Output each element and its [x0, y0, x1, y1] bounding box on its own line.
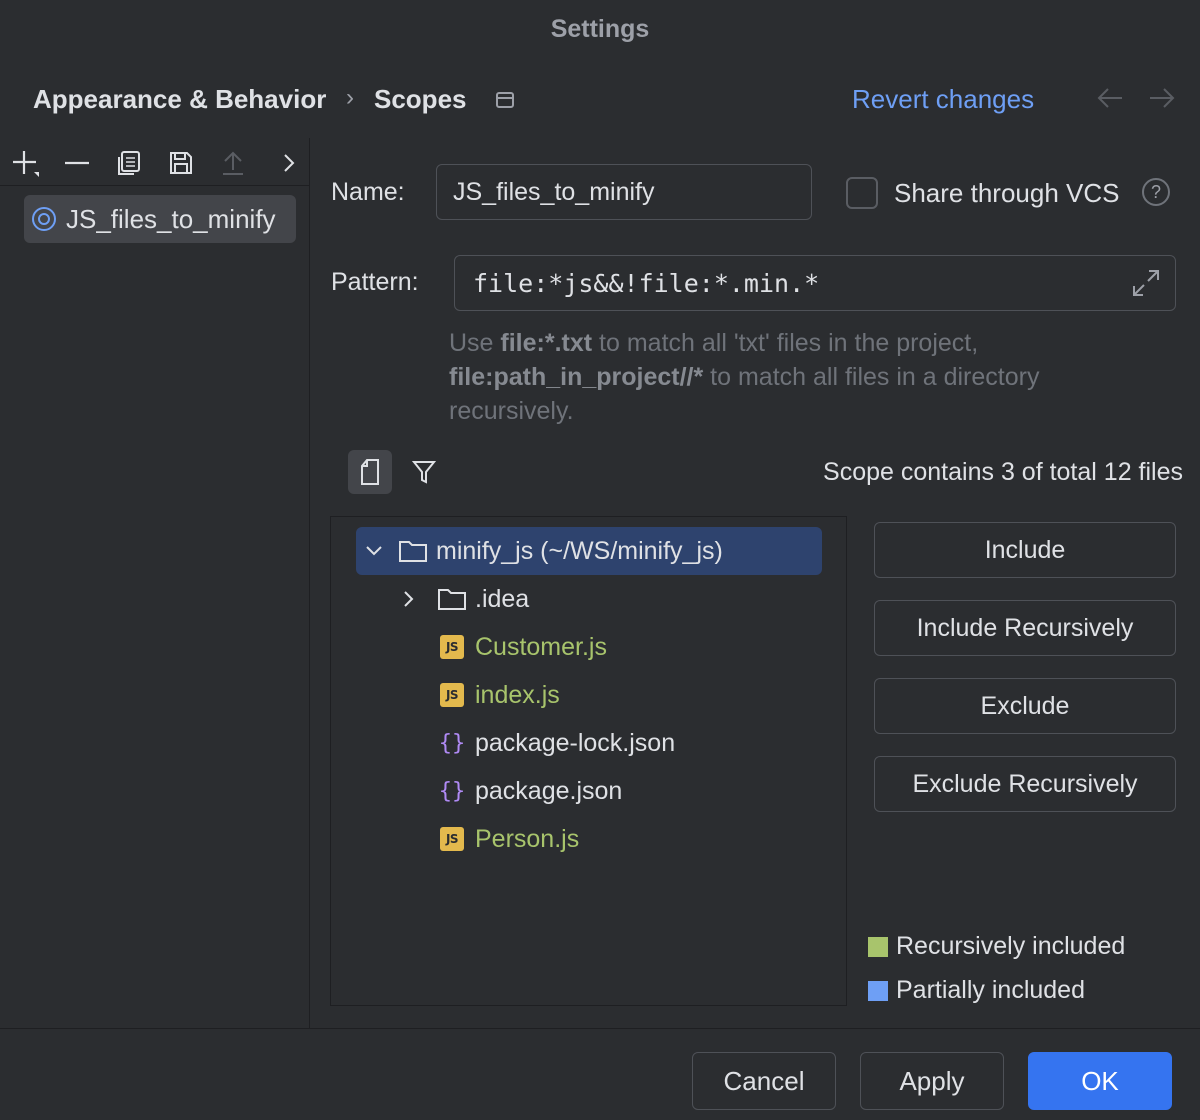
tree-row-folder[interactable]: .idea	[397, 575, 529, 623]
name-label: Name:	[331, 178, 405, 206]
breadcrumb-parent[interactable]: Appearance & Behavior	[33, 84, 326, 115]
tree-row-root[interactable]: minify_js (~/WS/minify_js)	[356, 527, 822, 575]
expand-icon[interactable]	[1131, 268, 1161, 303]
pattern-label: Pattern:	[331, 268, 419, 296]
name-input[interactable]	[436, 164, 812, 220]
javascript-file-icon: JS	[440, 635, 464, 659]
legend-swatch-green	[868, 936, 888, 957]
file-tree: minify_js (~/WS/minify_js) .idea JS Cust…	[330, 516, 847, 1006]
legend-swatch-blue	[868, 980, 888, 1001]
javascript-file-icon: JS	[440, 683, 464, 707]
tree-row-file[interactable]: {} package-lock.json	[438, 719, 676, 767]
include-recursively-button[interactable]: Include Recursively	[874, 600, 1176, 656]
tree-row-label: Person.js	[475, 824, 580, 853]
remove-icon[interactable]	[62, 148, 92, 178]
tree-row-label: package-lock.json	[475, 728, 676, 757]
pattern-hint: Use file:*.txt to match all 'txt' files …	[449, 329, 1040, 425]
javascript-file-icon: JS	[440, 827, 464, 851]
revert-changes-link[interactable]: Revert changes	[852, 84, 1034, 115]
json-file-icon: {}	[438, 730, 466, 756]
save-icon[interactable]	[166, 148, 196, 178]
window-title: Settings	[550, 14, 650, 43]
exclude-recursively-button[interactable]: Exclude Recursively	[874, 756, 1176, 812]
move-up-icon	[218, 148, 248, 178]
chevron-down-icon[interactable]	[362, 545, 386, 557]
legend-label: Recursively included	[896, 932, 1126, 960]
scope-list-item-label: JS_files_to_minify	[66, 203, 276, 234]
copy-icon[interactable]	[114, 148, 144, 178]
header: Appearance & Behavior › Scopes Revert ch…	[0, 70, 1200, 130]
legend-partial: Partially included	[868, 976, 1085, 1005]
back-arrow-icon[interactable]	[1096, 86, 1124, 115]
show-files-toggle[interactable]	[348, 450, 392, 494]
dialog-footer: Cancel Apply OK	[0, 1028, 1200, 1120]
tree-row-file[interactable]: {} package.json	[438, 767, 623, 815]
scope-list-item[interactable]: JS_files_to_minify	[24, 195, 296, 243]
tree-row-file[interactable]: JS index.js	[440, 671, 560, 719]
legend-recursive: Recursively included	[868, 932, 1125, 961]
json-file-icon: {}	[438, 778, 466, 804]
cancel-button[interactable]: Cancel	[692, 1052, 836, 1110]
scopes-toolbar	[0, 138, 310, 186]
exclude-button[interactable]: Exclude	[874, 678, 1176, 734]
tree-row-file[interactable]: JS Person.js	[440, 815, 579, 863]
tree-row-file[interactable]: JS Customer.js	[440, 623, 607, 671]
tree-row-label: Customer.js	[475, 632, 607, 661]
pattern-value[interactable]: file:*js&&!file:*.min.*	[473, 269, 819, 298]
tree-row-label: package.json	[475, 776, 623, 805]
tree-row-label: index.js	[475, 680, 560, 709]
folder-icon	[398, 539, 428, 563]
add-icon[interactable]	[10, 148, 40, 178]
scopes-panel: JS_files_to_minify	[0, 138, 310, 1028]
legend-label: Partially included	[896, 976, 1085, 1004]
folder-icon	[437, 587, 467, 611]
apply-button[interactable]: Apply	[860, 1052, 1004, 1110]
forward-arrow-icon[interactable]	[1148, 86, 1176, 115]
scope-count-text: Scope contains 3 of total 12 files	[823, 458, 1183, 486]
include-button[interactable]: Include	[874, 522, 1176, 578]
filter-icon[interactable]	[402, 450, 446, 494]
breadcrumb-current: Scopes	[374, 84, 467, 114]
ok-button[interactable]: OK	[1028, 1052, 1172, 1110]
tree-row-label: .idea	[475, 584, 530, 613]
project-level-icon	[496, 92, 514, 113]
share-vcs-checkbox[interactable]	[846, 177, 878, 209]
help-icon[interactable]: ?	[1142, 178, 1170, 206]
scope-icon	[32, 207, 56, 231]
pattern-input[interactable]: file:*js&&!file:*.min.*	[454, 255, 1176, 311]
share-vcs-label[interactable]: Share through VCS	[894, 178, 1119, 209]
tree-row-label: minify_js (~/WS/minify_js)	[436, 536, 723, 565]
more-icon[interactable]	[274, 148, 304, 178]
breadcrumb-separator: ›	[346, 84, 354, 111]
chevron-right-icon[interactable]	[397, 590, 421, 608]
